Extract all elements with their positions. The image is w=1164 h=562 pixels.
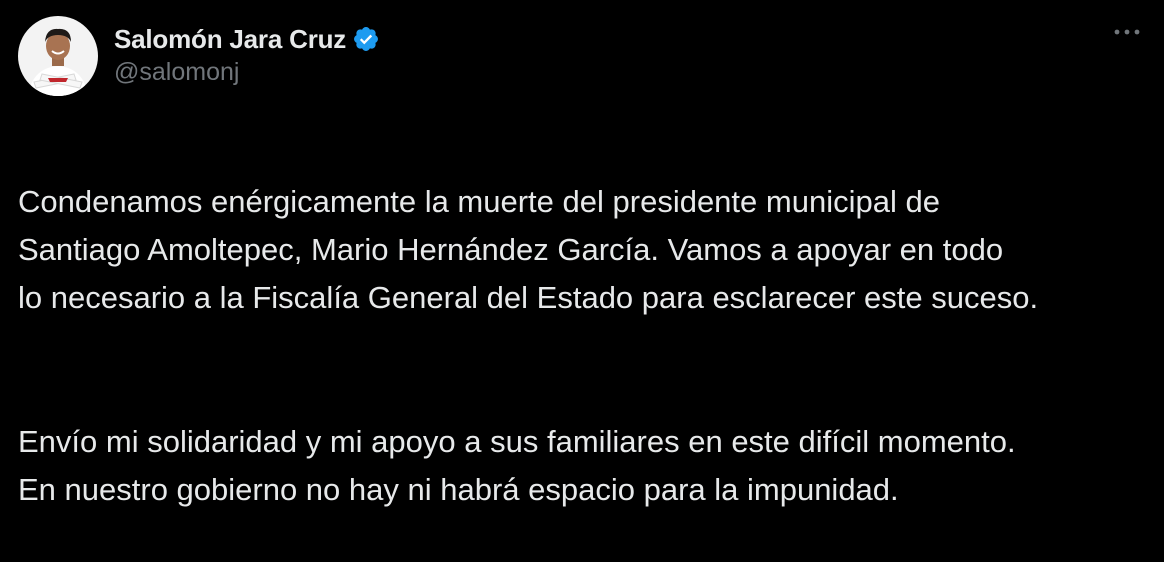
verified-badge-icon[interactable] bbox=[352, 25, 380, 53]
author-avatar[interactable] bbox=[18, 16, 98, 96]
tweet-paragraph: Condenamos enérgicamente la muerte del p… bbox=[18, 184, 1039, 315]
tweet-text: Condenamos enérgicamente la muerte del p… bbox=[18, 130, 1148, 562]
author-display-name[interactable]: Salomón Jara Cruz bbox=[114, 24, 346, 55]
author-info: Salomón Jara Cruz @salomonj bbox=[114, 22, 380, 87]
author-handle[interactable]: @salomonj bbox=[114, 58, 380, 87]
more-options-icon[interactable] bbox=[1112, 22, 1142, 42]
tweet-header: Salomón Jara Cruz @salomonj bbox=[18, 16, 1146, 100]
tweet-card[interactable]: Salomón Jara Cruz @salomonj Condenamos e… bbox=[0, 0, 1164, 507]
avatar-image bbox=[18, 16, 98, 96]
author-name-row: Salomón Jara Cruz bbox=[114, 22, 380, 56]
tweet-paragraph: Envío mi solidaridad y mi apoyo a sus fa… bbox=[18, 424, 1016, 507]
